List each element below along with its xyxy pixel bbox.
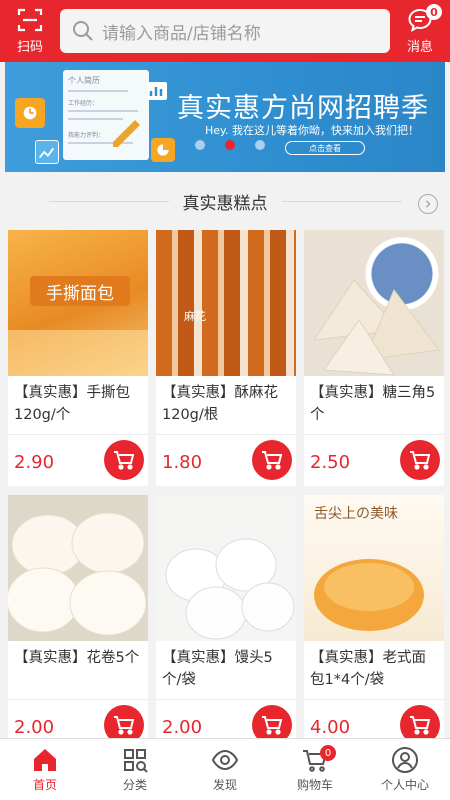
cart-icon: [410, 451, 431, 470]
add-to-cart-button[interactable]: [400, 440, 440, 480]
cart-icon: [410, 716, 431, 735]
cart-badge: 0: [320, 745, 336, 761]
product-image[interactable]: 手撕面包: [8, 230, 148, 376]
cart-icon: [114, 451, 135, 470]
bottom-nav: 首页 分类 发现 0 购物车 个人中心: [0, 738, 450, 800]
product-name[interactable]: 【真实惠】老式面包1*4个/袋: [310, 647, 440, 691]
divider: [48, 200, 169, 202]
category-icon: [124, 749, 148, 773]
resume-title: 个人简历: [68, 76, 100, 85]
product-image[interactable]: [8, 495, 148, 641]
product-card[interactable]: 麻花 【真实惠】酥麻花120g/根 1.80: [156, 230, 296, 486]
image-slogan: 舌尖上の美味: [314, 506, 398, 522]
resume-line-skill: 我能力评判：: [68, 132, 105, 139]
cart-icon: [114, 716, 135, 735]
chart-icon: [35, 140, 59, 164]
product-card[interactable]: 【真实惠】糖三角5个 2.50: [304, 230, 444, 486]
product-name[interactable]: 【真实惠】手撕包120g/个: [14, 382, 144, 426]
product-price: 2.00: [162, 717, 203, 738]
banner-view-button[interactable]: 点击查看: [285, 141, 365, 155]
product-price: 4.00: [310, 717, 351, 738]
carousel-dot[interactable]: [195, 140, 205, 150]
message-button[interactable]: 消息 0: [390, 0, 450, 62]
nav-label: 发现: [212, 778, 237, 792]
bar-chart-icon: [147, 82, 167, 100]
clock-icon: [15, 98, 45, 128]
pencil-icon: [113, 120, 140, 147]
chevron-right-icon: [425, 200, 431, 208]
nav-item-cart[interactable]: 0 购物车: [270, 739, 360, 800]
pie-chart-icon: [151, 138, 175, 162]
eye-icon: [211, 749, 239, 771]
scan-button[interactable]: 扫码: [0, 0, 60, 62]
home-icon: [34, 749, 56, 771]
product-name[interactable]: 【真实惠】花卷5个: [14, 647, 144, 669]
divider: [281, 200, 402, 202]
resume-line-work: 工作经历：: [68, 100, 99, 107]
section-header: 真实惠糕点: [0, 172, 450, 230]
product-card[interactable]: 舌尖上の美味 【真实惠】老式面包1*4个/袋 4.00: [304, 495, 444, 751]
add-to-cart-button[interactable]: [252, 440, 292, 480]
product-price: 2.00: [14, 717, 55, 738]
product-price: 2.50: [310, 452, 351, 473]
search-placeholder: 请输入商品/店铺名称: [102, 23, 261, 44]
scan-icon: [17, 8, 43, 32]
carousel-dot-active[interactable]: [225, 140, 235, 150]
add-to-cart-button[interactable]: [104, 440, 144, 480]
flower-roll-image: [8, 512, 147, 636]
product-name[interactable]: 【真实惠】馒头5个/袋: [162, 647, 292, 691]
steamed-bun-image: [165, 538, 295, 640]
carousel-dot[interactable]: [255, 140, 265, 150]
section-title: 真实惠糕点: [182, 193, 268, 214]
carousel-dots: [195, 140, 265, 150]
product-price: 1.80: [162, 452, 203, 473]
top-header: 扫码 请输入商品/店铺名称 消息 0: [0, 0, 450, 62]
nav-label: 个人中心: [380, 778, 429, 792]
message-badge: 0: [426, 4, 442, 20]
bun-image: [312, 279, 440, 376]
nav-label: 分类: [122, 778, 147, 792]
product-image[interactable]: 麻花: [156, 230, 296, 376]
nav-label: 首页: [32, 778, 57, 792]
nav-item-category[interactable]: 分类: [90, 739, 180, 800]
bread-image: [314, 559, 424, 631]
product-card[interactable]: 【真实惠】馒头5个/袋 2.00: [156, 495, 296, 751]
nav-item-discover[interactable]: 发现: [180, 739, 270, 800]
nav-label: 购物车: [296, 778, 333, 792]
product-name[interactable]: 【真实惠】糖三角5个: [310, 382, 440, 426]
search-input[interactable]: 请输入商品/店铺名称: [60, 9, 390, 53]
banner-subtitle: Hey. 我在这儿等着你呦，快来加入我们把！: [205, 124, 419, 137]
message-label: 消息: [406, 40, 433, 55]
scan-label: 扫码: [16, 40, 43, 55]
product-name[interactable]: 【真实惠】酥麻花120g/根: [162, 382, 292, 426]
search-icon: [73, 21, 93, 41]
product-image[interactable]: 舌尖上の美味: [304, 495, 444, 641]
user-icon: [392, 747, 418, 773]
product-image[interactable]: [304, 230, 444, 376]
nav-item-home[interactable]: 首页: [0, 739, 90, 800]
resume-document: 个人简历 工作经历： 我能力评判：: [63, 70, 149, 160]
package-label: 麻花: [184, 310, 206, 323]
banner-title: 真实惠方尚网招聘季: [177, 93, 429, 124]
cart-icon: [262, 451, 283, 470]
package-label: 手撕面包: [30, 276, 130, 306]
product-price: 2.90: [14, 452, 55, 473]
more-button[interactable]: [418, 194, 438, 214]
product-image[interactable]: [156, 495, 296, 641]
product-card[interactable]: 手撕面包 【真实惠】手撕包120g/个 2.90: [8, 230, 148, 486]
promo-banner[interactable]: 个人简历 工作经历： 我能力评判： 真实惠方尚网招聘季 Hey. 我在这儿等着你…: [5, 62, 445, 172]
cart-icon: [262, 716, 283, 735]
product-card[interactable]: 【真实惠】花卷5个 2.00: [8, 495, 148, 751]
nav-item-profile[interactable]: 个人中心: [360, 739, 450, 800]
